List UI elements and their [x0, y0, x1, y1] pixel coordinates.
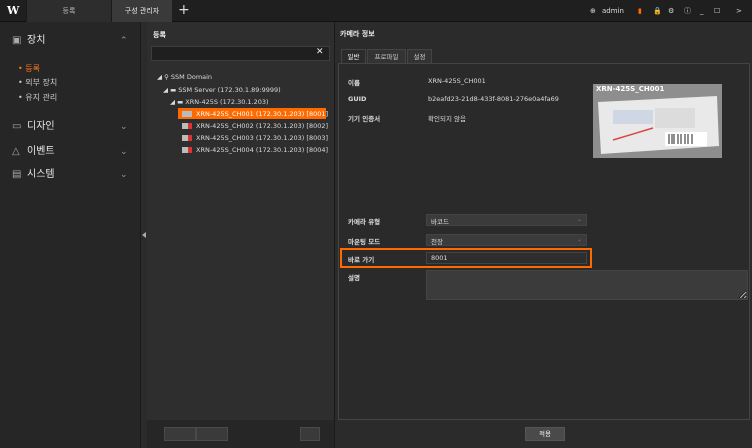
sidebar-item-event[interactable]: △ 이벤트 ⌄ — [0, 140, 141, 164]
signal-icon[interactable]: ▮ — [638, 0, 642, 22]
register-title: 등록 — [153, 31, 166, 39]
add-device-button[interactable] — [164, 427, 196, 441]
tree-item-server[interactable]: ◢ ▬ SSM Server (172.30.1.89:9999) — [163, 86, 281, 94]
collapse-arrow-icon[interactable] — [142, 232, 146, 238]
chevron-down-icon: ⌄ — [120, 147, 128, 157]
tree-item-nvr[interactable]: ◢ ▬ XRN-425S (172.30.1.203) — [170, 98, 269, 106]
tab-register[interactable]: 등록 — [26, 0, 112, 22]
mount-mode-label: 마운팅 모드 — [348, 238, 381, 246]
camera-icon — [182, 135, 192, 141]
guid-value: b2eafd23-21d8-433f-8081-276e0a4fa69 — [428, 95, 559, 103]
camera-type-label: 카메라 유형 — [348, 218, 381, 226]
mount-mode-select[interactable]: 천장 ⌄ — [426, 234, 587, 246]
tree-item-camera[interactable]: XRN-425S_CH003 (172.30.1.203) [8003] — [182, 134, 328, 142]
lock-icon[interactable]: 🔒 — [653, 0, 662, 22]
device-icon: ▣ — [12, 35, 22, 46]
sidebar-sub-external[interactable]: • 외부 장치 — [18, 77, 57, 88]
chevron-down-icon: ⌄ — [120, 170, 128, 180]
camera-icon — [182, 111, 192, 117]
clear-search-icon[interactable]: ✕ — [316, 47, 324, 57]
app-logo: W — [7, 4, 20, 17]
search-input[interactable] — [151, 46, 330, 61]
tree-item-camera[interactable]: XRN-425S_CH002 (172.30.1.203) [8002] — [182, 122, 328, 130]
delete-button[interactable] — [300, 427, 320, 441]
maximize-icon[interactable]: ☐ — [714, 0, 720, 22]
guid-label: GUID — [348, 95, 367, 103]
sidebar-sub-register[interactable]: • 등록 — [18, 63, 40, 74]
chevron-up-icon: ⌃ — [120, 36, 128, 46]
tree-item-camera[interactable]: XRN-425S_CH001 (172.30.1.203) [8001] — [182, 110, 328, 118]
cert-value: 확인되지 않음 — [428, 115, 466, 123]
camera-icon — [182, 123, 192, 129]
description-label: 설명 — [348, 274, 360, 282]
camera-icon — [182, 147, 192, 153]
tab-settings[interactable]: 설정 — [407, 49, 432, 64]
bell-icon: △ — [12, 146, 20, 157]
chevron-down-icon: ⌄ — [576, 236, 582, 243]
camera-preview: XRN-425S_CH001 — [593, 84, 722, 158]
sidebar-item-device[interactable]: ▣ 장치 ⌃ — [0, 29, 141, 53]
move-device-button[interactable] — [196, 427, 228, 441]
apply-button[interactable]: 적용 — [525, 427, 565, 441]
add-tab-icon[interactable]: + — [178, 2, 190, 18]
cert-label: 기기 인증서 — [348, 115, 381, 123]
close-icon[interactable]: > — [736, 0, 742, 22]
minimize-icon[interactable]: _ — [700, 0, 704, 22]
name-value: XRN-425S_CH001 — [428, 77, 486, 85]
tree-item-camera[interactable]: XRN-425S_CH004 (172.30.1.203) [8004] — [182, 146, 328, 154]
tree-item-domain[interactable]: ◢ ⚲ SSM Domain — [157, 73, 212, 81]
shortcut-label: 바로 가기 — [348, 256, 375, 264]
chevron-down-icon: ⌄ — [576, 216, 582, 223]
top-bar: W 등록 구성 관리자 + ⊕ admin ▮ 🔒 ⚙ ⓘ _ ☐ > — [0, 0, 752, 22]
tab-general[interactable]: 일반 — [341, 49, 366, 64]
name-label: 이름 — [348, 79, 360, 87]
description-field[interactable] — [426, 270, 748, 300]
camera-info-title: 카메라 정보 — [340, 30, 375, 38]
tab-profile[interactable]: 프로파일 — [367, 49, 406, 64]
gear-icon[interactable]: ⚙ — [668, 0, 674, 22]
tab-config-manager[interactable]: 구성 관리자 — [112, 0, 172, 22]
shortcut-input[interactable]: 8001 — [426, 252, 587, 264]
info-icon[interactable]: ⓘ — [684, 0, 691, 22]
preview-image — [593, 84, 722, 158]
camera-type-select[interactable]: 바코드 ⌄ — [426, 214, 587, 226]
design-icon: ▭ — [12, 121, 22, 132]
preview-caption: XRN-425S_CH001 — [596, 85, 665, 93]
user-name[interactable]: admin — [602, 0, 624, 22]
user-icon[interactable]: ⊕ — [590, 0, 596, 22]
sidebar-sub-maintenance[interactable]: • 유지 관리 — [18, 92, 57, 103]
chevron-down-icon: ⌄ — [120, 122, 128, 132]
system-icon: ▤ — [12, 169, 22, 180]
sidebar-item-system[interactable]: ▤ 시스템 ⌄ — [0, 163, 141, 187]
sidebar-item-design[interactable]: ▭ 디자인 ⌄ — [0, 115, 141, 139]
